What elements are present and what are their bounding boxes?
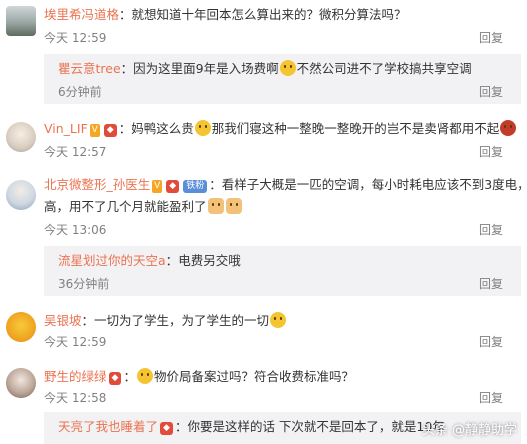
comment-line: 埃里希冯道格：就想知道十年回本怎么算出来的？微积分算法吗？ — [44, 6, 521, 24]
separator: ： — [81, 313, 95, 328]
comment-content: 北京微整形_孙医生V◆铁粉：看样子大概是一匹的空调，每小时耗电应该不到3度电，利… — [44, 176, 521, 216]
reply-button[interactable]: 回复 — [479, 84, 503, 100]
timestamp: 今天 12:58 — [44, 391, 107, 405]
vip-badge-icon: ◆ — [108, 372, 122, 385]
watermark: 头条 @静静助学 — [421, 423, 517, 438]
avatar[interactable] — [6, 180, 36, 210]
timestamp: 今天 12:59 — [44, 31, 107, 45]
avatar[interactable] — [6, 122, 36, 152]
username[interactable]: 埃里希冯道格 — [44, 7, 119, 22]
username[interactable]: 野生的绿绿 — [44, 369, 107, 384]
nested-reply: 流星划过你的天空a：电费另交哦 36分钟前 回复 — [44, 246, 521, 296]
comment-line: 吴银坡：一切为了学生，为了学生的一切 — [44, 312, 521, 330]
verified-badge-icon: V — [89, 124, 100, 137]
smile-emoji-icon — [136, 368, 153, 384]
timestamp: 今天 12:57 — [44, 145, 107, 159]
thumbs-up-icon — [225, 198, 242, 214]
verified-badge-icon: V — [152, 180, 163, 193]
comment-text: 就想知道十年回本怎么算出来的？微积分算法吗？ — [131, 7, 407, 22]
comment-text: 因为这里面9年是入场费啊 — [133, 61, 279, 76]
username[interactable]: 吴银坡 — [44, 313, 82, 328]
comment-text: 你要是这样的话 下次就不是回本了，就是10年 — [187, 419, 445, 434]
comment-text: 一切为了学生，为了学生的一切 — [94, 313, 270, 328]
fan-badge: 铁粉 — [183, 180, 208, 193]
comment-text: 不然公司进不了学校搞共享空调 — [296, 61, 472, 76]
laugh-emoji-icon — [279, 60, 296, 76]
comment-text: 物价局备案过吗？符合收费标准吗？ — [153, 369, 354, 384]
reply-button[interactable]: 回复 — [479, 30, 503, 46]
separator: ： — [174, 419, 188, 434]
username[interactable]: 天亮了我也睡着了 — [58, 419, 158, 434]
vip-badge-icon: ◆ — [160, 422, 173, 435]
avatar[interactable] — [6, 368, 36, 398]
nested-line: 流星划过你的天空a：电费另交哦 — [58, 252, 515, 270]
avatar[interactable] — [6, 6, 36, 36]
timestamp: 36分钟前 — [58, 277, 110, 291]
separator: ： — [120, 61, 134, 76]
sweat-emoji-icon — [194, 120, 211, 136]
username[interactable]: 北京微整形_孙医生 — [44, 177, 150, 192]
thumbs-up-icon — [207, 198, 224, 214]
laugh-emoji-icon — [270, 312, 287, 328]
avatar[interactable] — [6, 312, 36, 342]
comment-line: 野生的绿绿 ◆：物价局备案过吗？符合收费标准吗？ — [44, 368, 354, 385]
vip-badge-icon: ◆ — [103, 124, 117, 137]
timestamp: 6分钟前 — [58, 85, 102, 99]
reply-button[interactable]: 回复 — [479, 144, 503, 160]
comment-text: 电费另交哦 — [178, 253, 241, 268]
comment-text: 看样子大概是一匹的空调，每小时耗电应该不到3度电，利润挺 — [221, 177, 521, 192]
comment-line: Vin_LIF V ◆ ：妈鸭这么贵 那我们寝这种一整晚一整晚开的岂不是卖肾都用不起 — [44, 120, 521, 138]
comment-text: 妈鸭这么贵 — [131, 121, 194, 136]
username[interactable]: Vin_LIF — [44, 121, 88, 136]
reply-button[interactable]: 回复 — [479, 390, 503, 406]
timestamp: 今天 12:59 — [44, 335, 107, 349]
separator: ： — [165, 253, 179, 268]
username[interactable]: 瞿云意tree — [58, 61, 121, 76]
timestamp: 今天 13:06 — [44, 223, 107, 237]
username[interactable]: 流星划过你的天空a — [58, 253, 166, 268]
nested-reply: 瞿云意tree：因为这里面9年是入场费啊 不然公司进不了学校搞共享空调 6分钟前 … — [44, 54, 521, 104]
vip-badge-icon: ◆ — [166, 180, 180, 193]
comment-text: 高，用不了几个月就能盈利了 — [44, 199, 207, 214]
separator: ： — [119, 7, 132, 22]
reply-button[interactable]: 回复 — [479, 334, 503, 350]
nested-line: 瞿云意tree：因为这里面9年是入场费啊 不然公司进不了学校搞共享空调 — [58, 60, 515, 78]
reply-button[interactable]: 回复 — [479, 222, 503, 238]
devil-emoji-icon — [500, 120, 517, 136]
reply-button[interactable]: 回复 — [479, 276, 503, 292]
comment-text: 那我们寝这种一整晚一整晚开的岂不是卖肾都用不起 — [211, 121, 500, 136]
